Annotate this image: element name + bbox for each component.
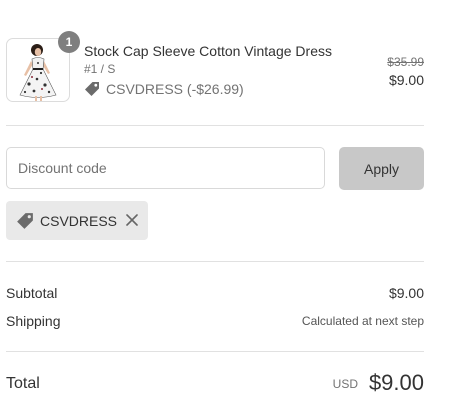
discount-code-input[interactable] (6, 147, 325, 189)
tag-icon (16, 212, 34, 230)
divider (6, 351, 424, 352)
divider (6, 125, 424, 126)
product-discount-label: CSVDRESS (-$26.99) (106, 81, 244, 97)
product-title: Stock Cap Sleeve Cotton Vintage Dress (84, 43, 332, 59)
subtotal-value: $9.00 (388, 285, 424, 301)
divider (6, 261, 424, 262)
product-thumbnail: 1 (6, 31, 80, 102)
subtotal-label: Subtotal (6, 285, 58, 301)
currency-code: USD (332, 377, 358, 391)
cart-line-item: 1 Stock Cap Sleeve Cotton Vintage Dress … (6, 31, 424, 104)
applied-discount-tag: CSVDRESS (6, 201, 148, 240)
applied-discount-code: CSVDRESS (40, 212, 118, 229)
remove-discount-button[interactable] (124, 212, 140, 228)
line-price: $9.00 (388, 72, 424, 88)
tag-icon (85, 82, 99, 96)
shipping-label: Shipping (6, 313, 61, 329)
quantity-badge: 1 (58, 31, 80, 53)
compare-at-price: $35.99 (387, 55, 424, 69)
shipping-value: Calculated at next step (301, 314, 424, 328)
product-variant: #1 / S (84, 62, 116, 76)
total-value: $9.00 (368, 370, 424, 395)
total-label: Total (6, 375, 40, 392)
apply-button[interactable]: Apply (339, 147, 424, 190)
product-discount: CSVDRESS (-$26.99) (84, 81, 244, 97)
close-icon (126, 214, 138, 226)
